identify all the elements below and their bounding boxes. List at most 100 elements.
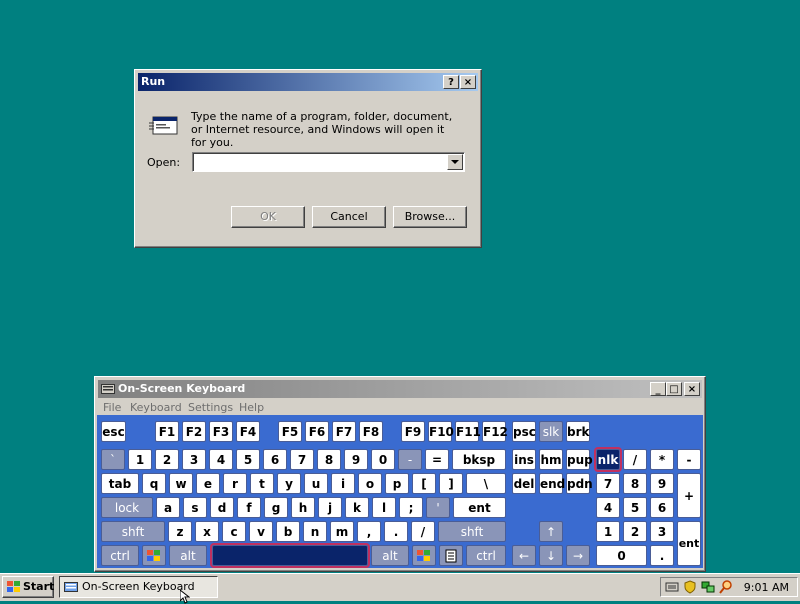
keyboard-tray-icon[interactable] xyxy=(665,580,679,594)
menu-help[interactable]: Help xyxy=(239,401,264,414)
key[interactable]: - xyxy=(398,449,422,470)
key[interactable]: ` xyxy=(101,449,125,470)
key[interactable]: j xyxy=(318,497,342,518)
key[interactable]: 9 xyxy=(344,449,368,470)
key[interactable]: F9 xyxy=(401,421,425,442)
key[interactable]: p xyxy=(385,473,409,494)
key[interactable]: 5 xyxy=(236,449,260,470)
key[interactable]: ' xyxy=(426,497,450,518)
key[interactable]: 4 xyxy=(209,449,233,470)
key[interactable]: 2 xyxy=(155,449,179,470)
key[interactable]: r xyxy=(223,473,247,494)
key[interactable]: end xyxy=(539,473,565,494)
key[interactable]: shft xyxy=(438,521,506,542)
key[interactable]: h xyxy=(291,497,315,518)
key[interactable]: q xyxy=(142,473,166,494)
key[interactable]: 7 xyxy=(596,473,620,494)
key[interactable]: - xyxy=(677,449,701,470)
key[interactable]: F5 xyxy=(278,421,302,442)
spacebar-key[interactable] xyxy=(210,543,370,568)
key[interactable]: 2 xyxy=(623,521,647,542)
key[interactable]: w xyxy=(169,473,193,494)
key[interactable]: nlk xyxy=(594,447,622,472)
osk-titlebar[interactable]: On-Screen Keyboard _ □ × xyxy=(98,380,702,398)
key[interactable]: brk xyxy=(566,421,590,442)
key[interactable]: lock xyxy=(101,497,153,518)
browse-button[interactable]: Browse... xyxy=(393,206,467,228)
key[interactable]: del xyxy=(512,473,536,494)
key[interactable]: a xyxy=(156,497,180,518)
key[interactable]: tab xyxy=(101,473,139,494)
key[interactable]: 1 xyxy=(596,521,620,542)
taskbar-item-osk[interactable]: On-Screen Keyboard xyxy=(59,576,218,598)
key[interactable]: alt xyxy=(371,545,409,566)
key[interactable]: g xyxy=(264,497,288,518)
key[interactable]: t xyxy=(250,473,274,494)
cancel-button[interactable]: Cancel xyxy=(312,206,386,228)
menu-file[interactable]: File xyxy=(103,401,121,414)
key[interactable]: F12 xyxy=(482,421,508,442)
clock[interactable]: 9:01 AM xyxy=(744,581,789,594)
key[interactable]: l xyxy=(372,497,396,518)
key[interactable]: ins xyxy=(512,449,536,470)
key[interactable]: F8 xyxy=(359,421,383,442)
key[interactable]: / xyxy=(623,449,647,470)
key[interactable]: 0 xyxy=(371,449,395,470)
key[interactable]: → xyxy=(566,545,590,566)
key[interactable]: F4 xyxy=(236,421,260,442)
key[interactable]: ↑ xyxy=(539,521,563,542)
key[interactable]: u xyxy=(304,473,328,494)
key[interactable]: hm xyxy=(539,449,563,470)
key[interactable]: 8 xyxy=(317,449,341,470)
key[interactable]: = xyxy=(425,449,449,470)
key[interactable]: b xyxy=(276,521,300,542)
key[interactable]: 7 xyxy=(290,449,314,470)
key[interactable]: / xyxy=(411,521,435,542)
key[interactable]: pdn xyxy=(566,473,593,494)
key[interactable]: ent xyxy=(453,497,506,518)
key[interactable]: 3 xyxy=(182,449,206,470)
key[interactable]: n xyxy=(303,521,327,542)
key[interactable]: F11 xyxy=(455,421,481,442)
search-icon[interactable] xyxy=(719,580,733,594)
key[interactable]: s xyxy=(183,497,207,518)
menu-key[interactable] xyxy=(439,545,463,566)
close-button[interactable]: × xyxy=(460,75,476,89)
key[interactable]: 5 xyxy=(623,497,647,518)
minimize-button[interactable]: _ xyxy=(650,382,666,396)
key[interactable]: + xyxy=(677,473,701,518)
key[interactable]: y xyxy=(277,473,301,494)
key[interactable]: f xyxy=(237,497,261,518)
key[interactable]: 6 xyxy=(263,449,287,470)
key[interactable]: ↓ xyxy=(539,545,563,566)
key[interactable]: F2 xyxy=(182,421,206,442)
key[interactable]: F3 xyxy=(209,421,233,442)
key[interactable]: d xyxy=(210,497,234,518)
key[interactable]: k xyxy=(345,497,369,518)
key[interactable]: ctrl xyxy=(101,545,139,566)
key[interactable]: ent xyxy=(677,521,701,566)
menu-settings[interactable]: Settings xyxy=(188,401,233,414)
key[interactable]: z xyxy=(168,521,192,542)
key[interactable]: m xyxy=(330,521,354,542)
key[interactable]: slk xyxy=(539,421,563,442)
key[interactable]: ; xyxy=(399,497,423,518)
key[interactable]: alt xyxy=(169,545,207,566)
key[interactable]: 9 xyxy=(650,473,674,494)
windows-key[interactable] xyxy=(142,545,166,566)
key[interactable]: 0 xyxy=(596,545,647,566)
key[interactable]: psc xyxy=(512,421,536,442)
key[interactable]: F6 xyxy=(305,421,329,442)
key[interactable]: x xyxy=(195,521,219,542)
key[interactable]: 6 xyxy=(650,497,674,518)
key[interactable]: 1 xyxy=(128,449,152,470)
key[interactable]: o xyxy=(358,473,382,494)
menu-keyboard[interactable]: Keyboard xyxy=(130,401,182,414)
key[interactable]: c xyxy=(222,521,246,542)
maximize-button[interactable]: □ xyxy=(666,382,682,396)
key[interactable]: . xyxy=(384,521,408,542)
key[interactable]: * xyxy=(650,449,674,470)
shield-icon[interactable] xyxy=(683,580,697,594)
key[interactable]: ctrl xyxy=(466,545,506,566)
key[interactable]: bksp xyxy=(452,449,506,470)
